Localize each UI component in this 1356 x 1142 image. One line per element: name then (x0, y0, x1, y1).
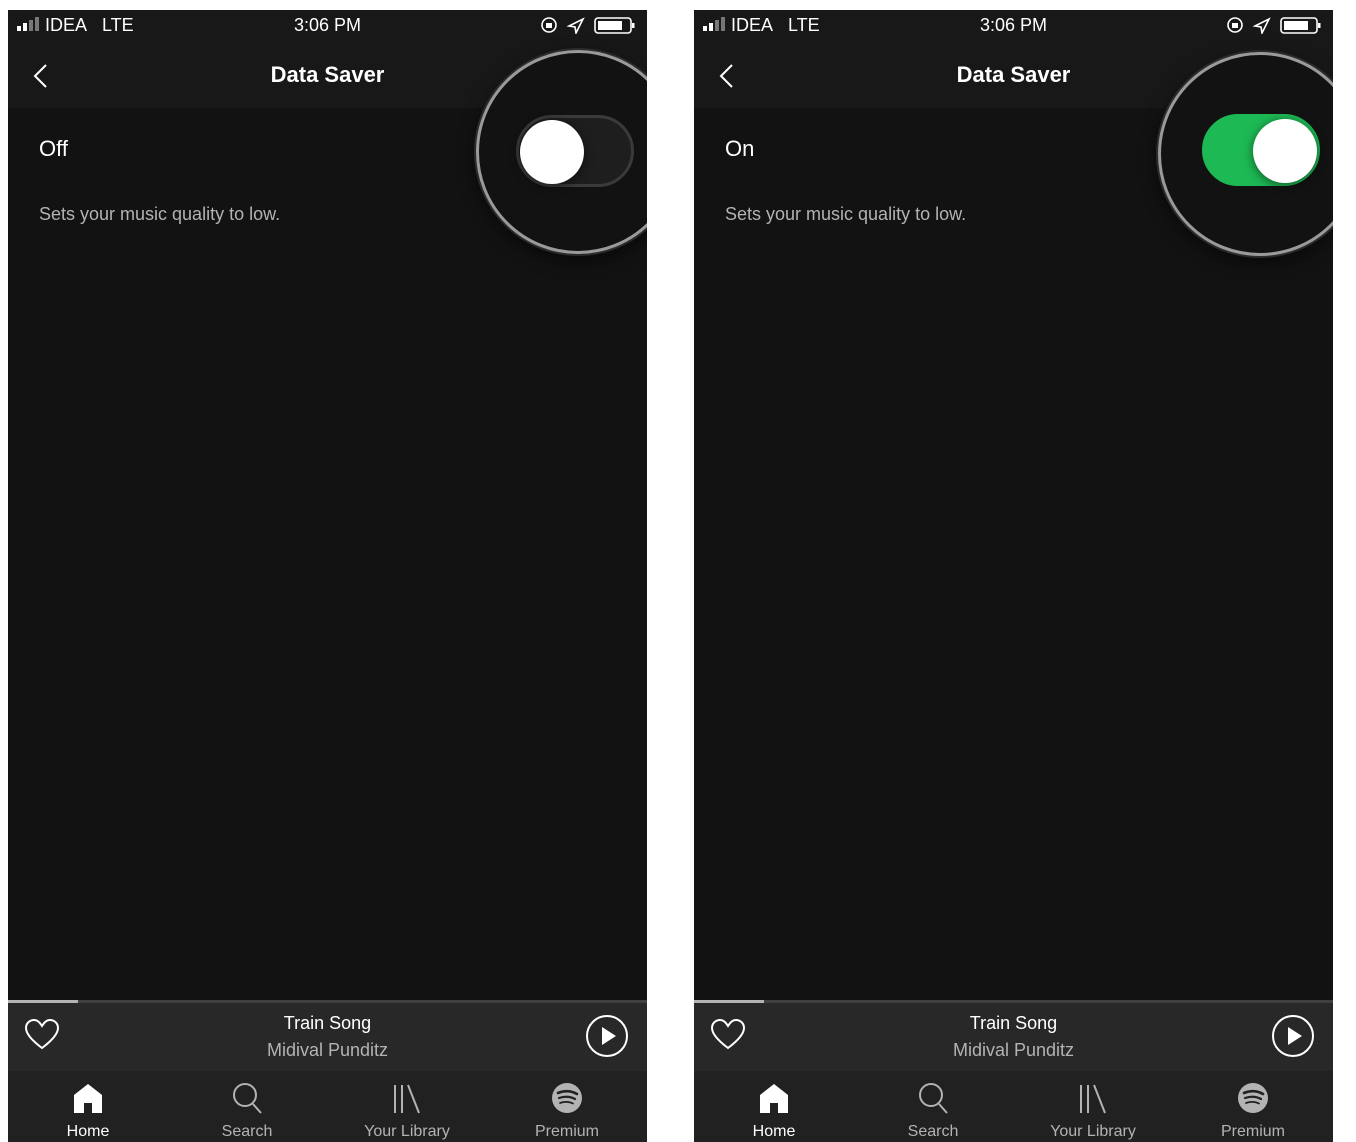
toggle-knob (1253, 119, 1317, 183)
track-title: Train Song (969, 1013, 1058, 1033)
phone-screen-off: IDEA LTE 3:06 PM Data Saver Off Sets you… (8, 10, 647, 1142)
tab-search[interactable]: Search (192, 1071, 302, 1142)
spotify-icon (1238, 1083, 1268, 1113)
track-title: Train Song (283, 1013, 372, 1033)
status-bar: IDEA LTE 3:06 PM (694, 10, 1333, 42)
tab-your-library[interactable]: Your Library (352, 1071, 462, 1142)
mini-player[interactable]: Train Song Midival Punditz (694, 1003, 1333, 1071)
tab-search[interactable]: Search (878, 1071, 988, 1142)
rotation-lock-icon (1227, 17, 1243, 33)
library-icon (394, 1084, 420, 1114)
status-icons (541, 17, 635, 34)
location-icon (566, 17, 585, 34)
data-saver-toggle[interactable] (1202, 114, 1320, 186)
tab-home[interactable]: Home (719, 1071, 829, 1142)
tab-label: Premium (1220, 1123, 1285, 1140)
home-icon (74, 1084, 102, 1113)
search-icon (233, 1083, 262, 1114)
toggle-knob (520, 120, 584, 184)
data-saver-description: Sets your music quality to low. (725, 204, 967, 224)
status-bar: IDEA LTE 3:06 PM (8, 10, 647, 42)
battery-icon (1280, 17, 1321, 34)
phone-screen-on: IDEA LTE 3:06 PM Data Saver On Sets your… (694, 10, 1333, 1142)
rotation-lock-icon (541, 17, 557, 33)
home-icon (760, 1084, 788, 1113)
spotify-icon (552, 1083, 582, 1113)
tab-label: Home (752, 1123, 796, 1140)
status-icons (1227, 17, 1321, 34)
library-icon (1080, 1084, 1106, 1114)
track-artist: Midival Punditz (952, 1040, 1075, 1060)
mini-player[interactable]: Train Song Midival Punditz (8, 1003, 647, 1071)
tab-home[interactable]: Home (33, 1071, 143, 1142)
tab-your-library[interactable]: Your Library (1038, 1071, 1148, 1142)
data-saver-state-label: Off (39, 136, 68, 161)
battery-icon (594, 17, 635, 34)
play-button-icon[interactable] (585, 1014, 629, 1058)
tab-bar: Home Search Your Library Premium (694, 1071, 1333, 1142)
tab-label: Your Library (1050, 1123, 1136, 1140)
tab-label: Search (907, 1123, 959, 1140)
location-icon (1252, 17, 1271, 34)
tab-label: Your Library (364, 1123, 450, 1140)
tab-premium[interactable]: Premium (512, 1071, 622, 1142)
tab-premium[interactable]: Premium (1198, 1071, 1308, 1142)
search-icon (919, 1083, 948, 1114)
data-saver-description: Sets your music quality to low. (39, 204, 281, 224)
play-button-icon[interactable] (1271, 1014, 1315, 1058)
tab-label: Search (221, 1123, 273, 1140)
data-saver-state-label: On (725, 136, 755, 161)
tab-label: Home (66, 1123, 110, 1140)
track-artist: Midival Punditz (266, 1040, 389, 1060)
data-saver-toggle[interactable] (516, 115, 634, 187)
tab-label: Premium (534, 1123, 599, 1140)
tab-bar: Home Search Your Library Premium (8, 1071, 647, 1142)
